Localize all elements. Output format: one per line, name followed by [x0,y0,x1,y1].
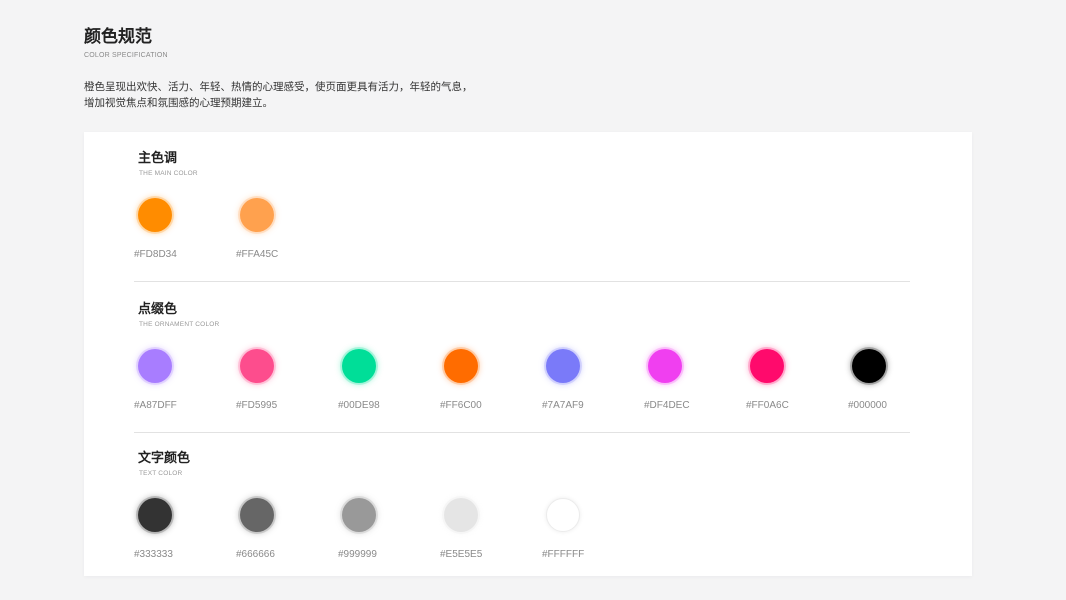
color-circle [546,349,580,383]
section-title: 点缀色 [138,302,178,317]
color-code: #FF0A6C [746,400,789,411]
section-subtitle: THE ORNAMENT COLOR [139,321,220,328]
page-description: 橙色呈现出欢快、活力、年轻、热情的心理感受，使页面更具有活力，年轻的气息， 增加… [84,79,684,111]
color-swatch: #FD5995 [236,349,316,429]
color-circle [240,349,274,383]
color-circle [240,498,274,532]
color-swatch: #333333 [134,498,214,578]
color-code: #999999 [338,549,377,560]
page-subtitle: COLOR SPECIFICATION [84,52,168,59]
color-circle [138,349,172,383]
color-code: #E5E5E5 [440,549,483,560]
color-swatch: #000000 [848,349,928,429]
color-swatch: #666666 [236,498,316,578]
color-code: #000000 [848,400,887,411]
color-swatch: #DF4DEC [644,349,724,429]
color-swatch: #FD8D34 [134,198,214,278]
color-circle [648,349,682,383]
color-code: #FD5995 [236,400,278,411]
color-swatch: #FFFFFF [542,498,622,578]
color-code: #FFFFFF [542,549,585,560]
section-title: 主色调 [138,151,178,166]
color-code: #7A7AF9 [542,400,584,411]
color-code: #FFA45C [236,249,279,260]
color-code: #FD8D34 [134,249,177,260]
color-circle [444,349,478,383]
color-circle [240,198,274,232]
color-swatch: #FFA45C [236,198,316,278]
color-circle [342,498,376,532]
color-circle [138,498,172,532]
page-header: 颜色规范 COLOR SPECIFICATION [84,26,684,60]
color-code: #333333 [134,549,173,560]
color-circle [546,498,580,532]
section-divider [134,281,910,282]
description-line: 增加视觉焦点和氛围感的心理预期建立。 [84,97,273,109]
color-swatch: #00DE98 [338,349,418,429]
color-swatch: #7A7AF9 [542,349,622,429]
color-code: #A87DFF [134,400,177,411]
color-circle [342,349,376,383]
page-title: 颜色规范 [84,27,152,47]
color-code: #666666 [236,549,275,560]
color-circle [138,198,172,232]
color-code: #FF6C00 [440,400,482,411]
color-swatch: #A87DFF [134,349,214,429]
color-swatch: #E5E5E5 [440,498,520,578]
description-line: 橙色呈现出欢快、活力、年轻、热情的心理感受，使页面更具有活力，年轻的气息， [84,81,473,93]
color-circle [444,498,478,532]
section-subtitle: TEXT COLOR [139,470,183,477]
color-card: 主色调 THE MAIN COLOR #FD8D34 #FFA45C 点缀色 T… [84,132,972,576]
color-code: #DF4DEC [644,400,690,411]
section-title: 文字颜色 [138,451,191,466]
color-swatch: #FF6C00 [440,349,520,429]
color-swatch: #999999 [338,498,418,578]
section-subtitle: THE MAIN COLOR [139,170,198,177]
color-circle [852,349,886,383]
color-circle [750,349,784,383]
color-swatch: #FF0A6C [746,349,826,429]
section-divider [134,432,910,433]
color-code: #00DE98 [338,400,380,411]
